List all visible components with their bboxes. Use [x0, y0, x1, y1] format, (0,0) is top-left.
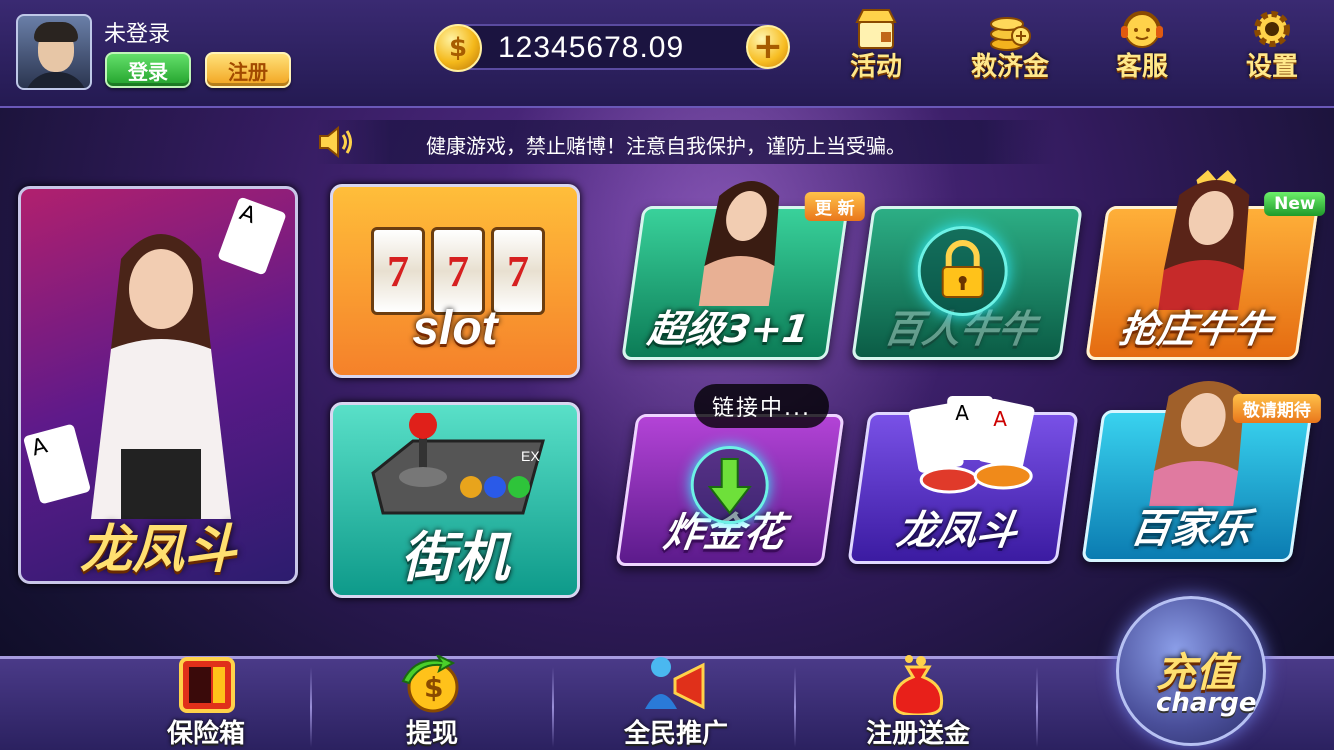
- username-label: 未登录: [104, 22, 171, 47]
- slot-title: slot: [412, 302, 498, 355]
- gear-icon: [1249, 6, 1295, 52]
- dealer-girl-image: [689, 176, 797, 306]
- login-button[interactable]: 登录: [105, 52, 191, 88]
- promotion-label: 全民推广: [623, 719, 728, 749]
- withdraw-label: 提现: [405, 719, 458, 749]
- baijiale-title: 百家乐: [1127, 506, 1255, 552]
- new-badge: New: [1263, 192, 1326, 216]
- game-tile-longfengdou[interactable]: AA 龙凤斗: [847, 396, 1079, 564]
- lobby-screen: 未登录 登录 注册 $ 12345678.09 + 活动 救济金 客服 设置 健…: [0, 0, 1334, 750]
- register-bonus-button[interactable]: 注册送金: [828, 655, 1008, 750]
- nav-divider: [1036, 667, 1038, 747]
- withdraw-button[interactable]: $ 提现: [342, 652, 522, 750]
- featured-title: 龙凤斗: [79, 520, 236, 580]
- game-tile-longfengdou-featured[interactable]: A A 龙凤斗: [18, 186, 298, 584]
- connecting-toast: 链接中...: [694, 384, 829, 428]
- game-tile-bairen-niuniu[interactable]: 百人牛牛: [851, 206, 1083, 360]
- svg-text:$: $: [424, 671, 443, 704]
- game-tile-arcade[interactable]: EX 街机: [330, 402, 580, 598]
- register-bonus-label: 注册送金: [865, 719, 970, 749]
- settings-button[interactable]: 设置: [1228, 6, 1316, 86]
- megaphone-icon: [641, 655, 711, 715]
- withdraw-icon: $: [397, 652, 467, 715]
- svg-text:A: A: [955, 401, 969, 425]
- money-bag-icon: [883, 655, 953, 717]
- coin-stack-icon: [987, 6, 1033, 52]
- qiangzhuang-title: 抢庄牛牛: [1116, 307, 1275, 351]
- safe-box-button[interactable]: 保险箱: [116, 657, 296, 750]
- charge-button[interactable]: 充值 charge: [1096, 596, 1316, 750]
- notice-text: 健康游戏，禁止赌博！注意自我保护，谨防上当受骗。: [426, 134, 906, 158]
- download-arrow-icon: [690, 446, 769, 524]
- avatar[interactable]: [16, 14, 92, 90]
- shop-icon: [853, 6, 899, 52]
- queen-girl-image: [1148, 170, 1268, 310]
- lock-icon: [917, 226, 1008, 316]
- activity-label: 活动: [849, 52, 902, 82]
- game-tile-zhajinhua[interactable]: 炸金花: [615, 414, 845, 566]
- game-tile-qiangzhuang-niuniu[interactable]: New 抢庄牛牛: [1085, 170, 1326, 360]
- chaoji-title: 超级3+1: [645, 307, 812, 351]
- customer-service-button[interactable]: 客服: [1098, 6, 1186, 86]
- nav-divider: [794, 667, 796, 747]
- relief-fund-button[interactable]: 救济金: [962, 6, 1058, 86]
- nav-divider: [310, 667, 312, 747]
- joystick-icon: EX: [363, 411, 553, 523]
- update-badge: 更 新: [804, 192, 865, 221]
- register-button[interactable]: 注册: [205, 52, 291, 88]
- longfengdou-title: 龙凤斗: [893, 508, 1021, 554]
- notice-marquee: 健康游戏，禁止赌博！注意自我保护，谨防上当受骗。: [316, 120, 1056, 164]
- arcade-title: 街机: [401, 526, 509, 589]
- charge-label-en: charge: [1156, 688, 1257, 718]
- nav-divider: [552, 667, 554, 747]
- coming-soon-badge: 敬请期待: [1232, 394, 1321, 423]
- safe-box-label: 保险箱: [166, 719, 245, 749]
- coin-balance-bar: $ 12345678.09 +: [434, 24, 790, 72]
- svg-text:EX: EX: [521, 448, 540, 464]
- activity-button[interactable]: 活动: [832, 6, 920, 86]
- headset-icon: [1119, 6, 1165, 52]
- promotion-button[interactable]: 全民推广: [586, 657, 766, 750]
- svg-text:A: A: [993, 407, 1007, 431]
- speaker-icon: [316, 124, 356, 160]
- balance-value: 12345678.09: [498, 31, 685, 64]
- safe-icon: [171, 655, 241, 715]
- relief-fund-label: 救济金: [970, 52, 1049, 82]
- customer-service-label: 客服: [1115, 52, 1168, 82]
- top-bar: 未登录 登录 注册 $ 12345678.09 + 活动 救济金 客服 设置: [0, 0, 1334, 108]
- cards-chips-image: AA: [903, 396, 1043, 506]
- coin-icon: $: [434, 24, 482, 72]
- game-tile-slot[interactable]: 7 7 7 slot: [330, 184, 580, 378]
- game-tile-baijiale[interactable]: 敬请期待 百家乐: [1081, 381, 1321, 562]
- add-coin-button[interactable]: +: [746, 25, 790, 69]
- game-tile-chaoji-3-1[interactable]: 更 新 超级3+1: [621, 181, 865, 360]
- featured-girl-image: [81, 219, 241, 519]
- settings-label: 设置: [1245, 52, 1298, 82]
